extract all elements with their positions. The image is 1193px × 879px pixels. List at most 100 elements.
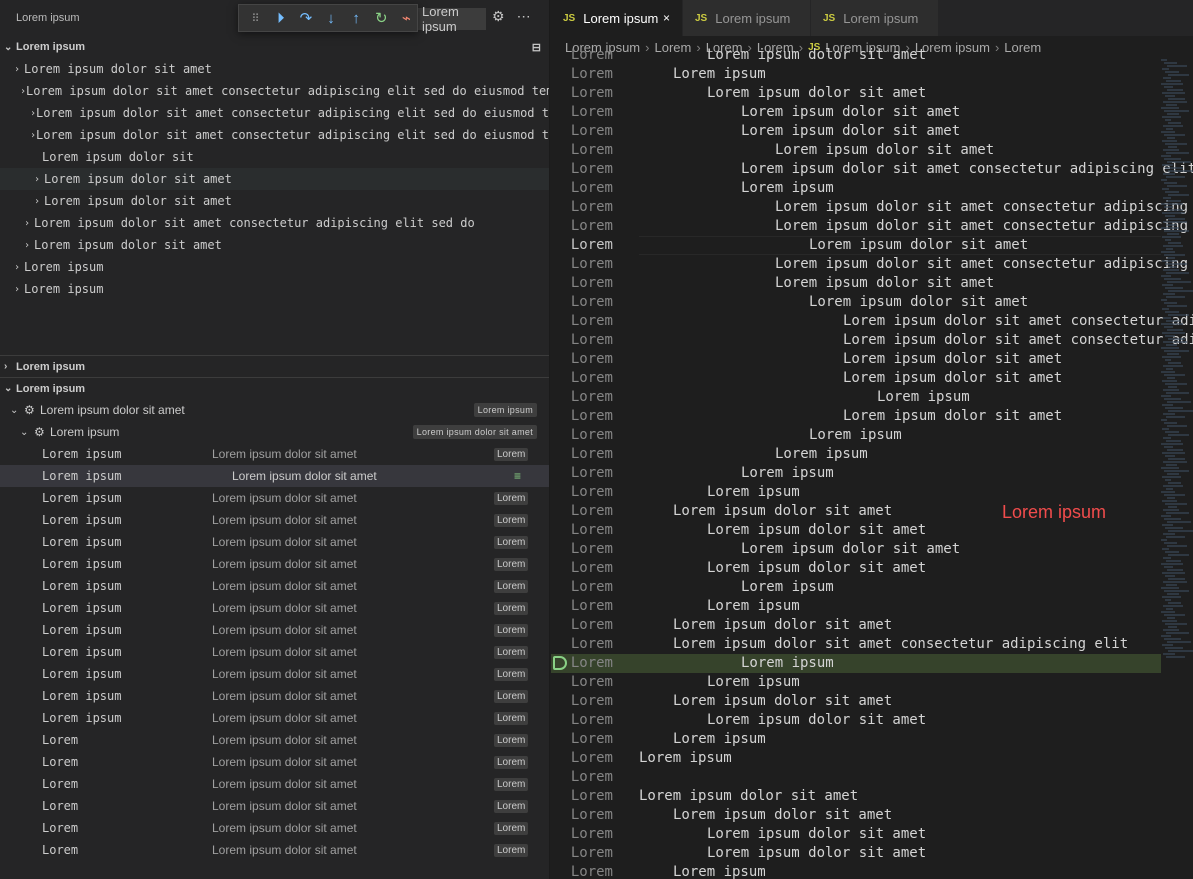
code-line[interactable]: Lorem Lorem ipsum dolor sit amet (551, 407, 1161, 426)
variable-row[interactable]: › Lorem ipsum dolor sit amet (0, 234, 549, 256)
code-line[interactable]: Lorem Lorem ipsum dolor sit amet consecte… (551, 217, 1188, 236)
code-line[interactable]: Lorem Lorem ipsum dolor sit amet consecte… (551, 198, 1188, 217)
stack-frame[interactable]: Lorem Lorem ipsum dolor sit amet Lorem (0, 751, 549, 773)
code-line[interactable]: Lorem Lorem ipsum dolor sit amet (551, 236, 1161, 255)
stack-frame[interactable]: Lorem ipsum Lorem ipsum dolor sit amet Lor… (0, 575, 549, 597)
code-line[interactable]: Lorem Lorem ipsum dolor sit amet (551, 122, 1161, 141)
code-line[interactable]: Lorem Lorem ipsum (551, 578, 1161, 597)
code-line[interactable]: Lorem Lorem ipsum dolor sit amet (551, 787, 1161, 806)
code-line[interactable]: Lorem Lorem ipsum dolor sit amet (551, 46, 1161, 65)
call-stack-section-header[interactable]: ⌄ Lorem ipsum (0, 377, 549, 399)
launch-config-select[interactable]: Lorem ipsum (418, 4, 486, 34)
disconnect-icon[interactable]: ⌁ (396, 7, 417, 29)
variable-row[interactable]: › Lorem ipsum dolor sit amet (0, 190, 549, 212)
restart-icon[interactable]: ↻ (371, 7, 392, 29)
collapse-all-icon[interactable]: ⊟ (532, 41, 541, 54)
minimap-line (1161, 299, 1167, 301)
code-text: Lorem ipsum dolor sit amet consectetur a… (843, 332, 1193, 348)
code-line[interactable]: Lorem Lorem ipsum (551, 65, 1161, 84)
code-line[interactable]: Lorem Lorem ipsum dolor sit amet (551, 844, 1161, 863)
code-line[interactable]: Lorem Lorem ipsum dolor sit amet (551, 141, 1161, 160)
continue-icon[interactable]: ⏵ (270, 7, 291, 29)
code-line[interactable]: Lorem Lorem ipsum (551, 654, 1161, 673)
editor-tab[interactable]: JS Lorem ipsum (683, 0, 811, 36)
code-line[interactable]: Lorem Lorem ipsum (551, 749, 1161, 768)
variable-row[interactable]: Lorem ipsum dolor sit (0, 146, 549, 168)
variable-row[interactable]: › Lorem ipsum dolor sit amet consectetur … (0, 102, 549, 124)
code-line[interactable]: Lorem Lorem ipsum dolor sit amet (551, 103, 1161, 122)
code-line[interactable]: Lorem Lorem ipsum dolor sit amet (551, 559, 1161, 578)
variable-row[interactable]: › Lorem ipsum dolor sit amet consectetur … (0, 80, 549, 102)
code-line[interactable]: Lorem Lorem ipsum dolor sit amet consecte… (551, 635, 1161, 654)
code-line[interactable]: Lorem Lorem ipsum dolor sit amet consecte… (551, 331, 1193, 350)
code-text: Lorem ipsum dolor sit amet (707, 826, 927, 842)
code-line[interactable]: Lorem Lorem ipsum (551, 179, 1161, 198)
stack-frame[interactable]: Lorem ipsum Lorem ipsum dolor sit amet Lor… (0, 553, 549, 575)
stack-frame[interactable]: Lorem ipsum Lorem ipsum dolor sit amet Lor… (0, 619, 549, 641)
variable-row[interactable]: › Lorem ipsum dolor sit amet (0, 58, 549, 80)
stack-frame[interactable]: Lorem ipsum Lorem ipsum dolor sit amet Lor… (0, 531, 549, 553)
code-line[interactable]: Lorem Lorem ipsum dolor sit amet (551, 84, 1161, 103)
code-line[interactable]: Lorem Lorem ipsum dolor sit amet (551, 616, 1161, 635)
code-line[interactable]: Lorem Lorem ipsum (551, 388, 1161, 407)
code-line[interactable]: Lorem Lorem ipsum dolor sit amet consecte… (551, 160, 1193, 179)
code-line[interactable]: Lorem Lorem ipsum (551, 464, 1161, 483)
code-line[interactable]: Lorem Lorem ipsum (551, 730, 1161, 749)
code-area[interactable]: Lorem Lorem ipsum dolor sit amet Lorem Lore… (551, 46, 1193, 879)
stack-frame[interactable]: Lorem Lorem ipsum dolor sit amet Lorem (0, 773, 549, 795)
code-line[interactable]: Lorem Lorem ipsum dolor sit amet (551, 806, 1161, 825)
code-line[interactable]: Lorem Lorem ipsum dolor sit amet (551, 369, 1161, 388)
stack-frame[interactable]: Lorem ipsum Lorem ipsum dolor sit amet Lor… (0, 509, 549, 531)
code-line[interactable]: Lorem Lorem ipsum dolor sit amet (551, 293, 1161, 312)
stack-frame[interactable]: Lorem ipsum Lorem ipsum dolor sit amet Lor… (0, 641, 549, 663)
code-line[interactable]: Lorem Lorem ipsum dolor sit amet (551, 711, 1161, 730)
code-line[interactable]: Lorem Lorem ipsum (551, 863, 1161, 879)
stack-frame[interactable]: Lorem Lorem ipsum dolor sit amet Lorem (0, 817, 549, 839)
variable-row[interactable]: › Lorem ipsum dolor sit amet (0, 168, 549, 190)
restart-frame-icon[interactable]: ≡ (514, 469, 521, 483)
stack-frame[interactable]: Lorem ipsum Lorem ipsum dolor sit amet Lor… (0, 663, 549, 685)
variable-row[interactable]: › Lorem ipsum dolor sit amet consectetur … (0, 124, 549, 146)
minimap-line (1165, 263, 1187, 265)
step-over-icon[interactable]: ↷ (295, 7, 316, 29)
code-line[interactable]: Lorem Lorem ipsum dolor sit amet (551, 350, 1161, 369)
editor-tab[interactable]: JS Lorem ipsum (811, 0, 939, 36)
code-line[interactable]: Lorem Lorem ipsum dolor sit amet (551, 825, 1161, 844)
stack-frame[interactable]: Lorem ipsum Lorem ipsum dolor sit amet ≡ (0, 465, 549, 487)
variable-row[interactable]: › Lorem ipsum (0, 256, 549, 278)
code-line[interactable]: Lorem Lorem ipsum dolor sit amet (551, 692, 1161, 711)
code-line[interactable]: Lorem Lorem ipsum (551, 597, 1161, 616)
code-line[interactable]: Lorem Lorem ipsum (551, 445, 1161, 464)
stack-frame[interactable]: Lorem ipsum Lorem ipsum dolor sit amet Lor… (0, 685, 549, 707)
code-line[interactable]: Lorem Lorem ipsum dolor sit amet (551, 540, 1161, 559)
code-line[interactable]: Lorem Lorem ipsum dolor sit amet (551, 274, 1161, 293)
code-line[interactable]: Lorem Lorem ipsum (551, 483, 1161, 502)
stack-frame[interactable]: Lorem Lorem ipsum dolor sit amet Lorem (0, 839, 549, 861)
stack-frame[interactable]: Lorem ipsum Lorem ipsum dolor sit amet Lor… (0, 487, 549, 509)
minimap[interactable] (1161, 58, 1193, 879)
variable-row[interactable]: › Lorem ipsum dolor sit amet consectetur … (0, 212, 549, 234)
close-icon[interactable]: × (663, 11, 670, 25)
thread-item[interactable]: ⌄ ⚙ Lorem ipsum Lorem ipsum dolor sit am… (0, 421, 549, 443)
variable-row[interactable]: › Lorem ipsum (0, 278, 549, 300)
process-item[interactable]: ⌄ ⚙ Lorem ipsum dolor sit amet Lorem ips… (0, 399, 549, 421)
stack-frame[interactable]: Lorem ipsum Lorem ipsum dolor sit amet Lor… (0, 707, 549, 729)
code-line[interactable]: Lorem Lorem ipsum (551, 426, 1161, 445)
code-line[interactable]: Lorem Lorem ipsum dolor sit amet consecte… (551, 312, 1193, 331)
stack-frame[interactable]: Lorem ipsum Lorem ipsum dolor sit amet Lor… (0, 443, 549, 465)
stack-frame[interactable]: Lorem Lorem ipsum dolor sit amet Lorem (0, 729, 549, 751)
stack-frame[interactable]: Lorem ipsum Lorem ipsum dolor sit amet Lor… (0, 597, 549, 619)
more-actions-icon[interactable]: ⋯ (517, 8, 531, 25)
watch-section-header[interactable]: › Lorem ipsum (0, 355, 549, 377)
editor-tab[interactable]: JS Lorem ipsum × (551, 0, 683, 36)
stack-frame[interactable]: Lorem Lorem ipsum dolor sit amet Lorem (0, 795, 549, 817)
code-line[interactable]: Lorem (551, 768, 1161, 787)
gear-icon[interactable]: ⚙ (492, 8, 505, 25)
code-line[interactable]: Lorem Lorem ipsum (551, 673, 1161, 692)
step-out-icon[interactable]: ↑ (346, 7, 367, 29)
code-line[interactable]: Lorem Lorem ipsum dolor sit amet consecte… (551, 255, 1188, 274)
code-line[interactable]: Lorem Lorem ipsum dolor sit amet (551, 521, 1161, 540)
drag-handle-icon[interactable]: ⠿ (245, 7, 266, 29)
variables-section-header[interactable]: ⌄ Lorem ipsum ⊟ (0, 36, 549, 58)
step-into-icon[interactable]: ↓ (320, 7, 341, 29)
